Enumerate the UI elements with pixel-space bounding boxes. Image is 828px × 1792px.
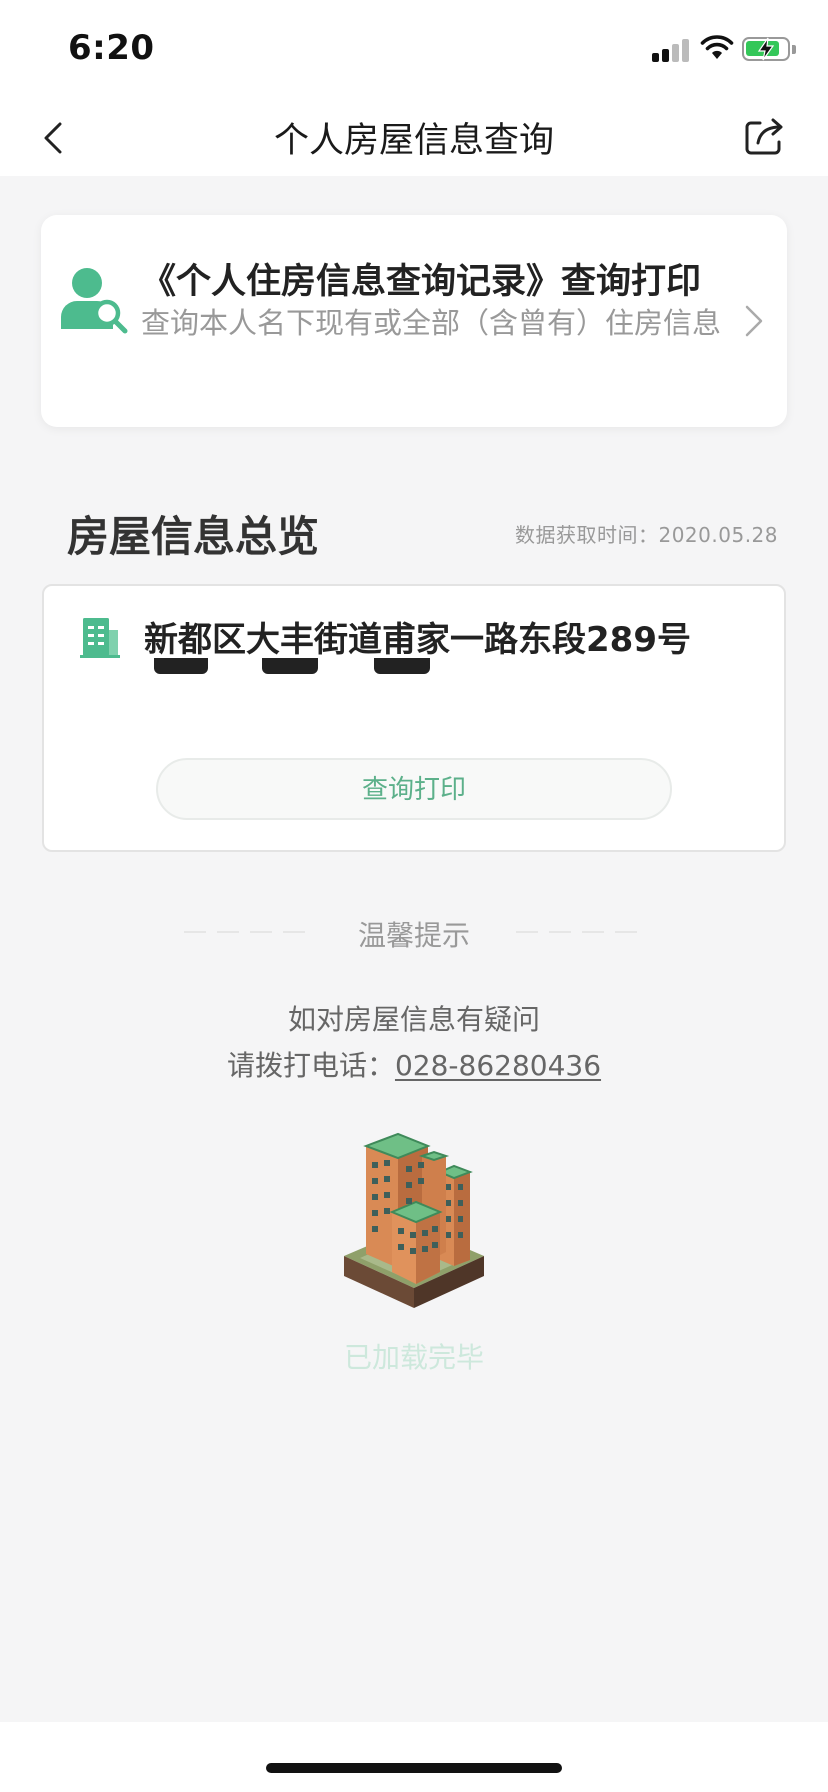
phone-prefix: 请拨打电话： (226, 1049, 395, 1082)
tips-text: 如对房屋信息有疑问 (287, 1003, 540, 1036)
charging-bolt-icon (757, 37, 775, 61)
home-indicator[interactable] (266, 1763, 562, 1773)
divider-dash (516, 931, 538, 933)
record-card-title: 《个人住房信息查询记录》查询打印 (141, 262, 702, 302)
building-icon (80, 618, 120, 658)
query-print-button[interactable]: 查询打印 (156, 758, 672, 820)
data-fetch-time: 数据获取时间：2020.05.28 (514, 523, 778, 547)
share-button[interactable] (740, 110, 790, 160)
user-search-icon (61, 268, 128, 334)
page-title: 个人房屋信息查询 (273, 121, 554, 161)
house-address: 新都区大丰街道甫家一路东段289号 (144, 620, 691, 660)
housing-record-query-card[interactable]: 《个人住房信息查询记录》查询打印 查询本人名下现有或全部（含曾有）住房信息 (41, 215, 787, 427)
divider-dash (582, 931, 604, 933)
tips-divider: 温馨提示 (0, 912, 828, 952)
wifi-icon (700, 35, 734, 59)
record-card-subtitle: 查询本人名下现有或全部（含曾有）住房信息 (141, 306, 722, 340)
tips-phone-line: 请拨打电话：028-86280436 (0, 1044, 828, 1084)
house-card: 新都区大丰街道甫家一路东段289号 查询打印 (42, 584, 786, 852)
chevron-right-icon (745, 305, 763, 337)
battery-cap (792, 45, 796, 54)
redacted-address-detail (148, 658, 448, 674)
loaded-complete-text: 已加载完毕 (343, 1341, 484, 1374)
divider-dash (549, 931, 571, 933)
nav-bar: 个人房屋信息查询 (0, 100, 828, 176)
phone-link[interactable]: 028-86280436 (395, 1049, 601, 1082)
cellular-signal-icon (652, 38, 692, 62)
status-time: 6:20 (68, 28, 155, 68)
share-icon (745, 118, 783, 155)
divider-dash (615, 931, 637, 933)
building-illustration (344, 1132, 484, 1308)
status-bar: 6:20 (0, 0, 828, 100)
overview-title: 房屋信息总览 (67, 512, 320, 561)
tips-label: 温馨提示 (357, 919, 470, 952)
bottom-safe-area (0, 1722, 828, 1792)
